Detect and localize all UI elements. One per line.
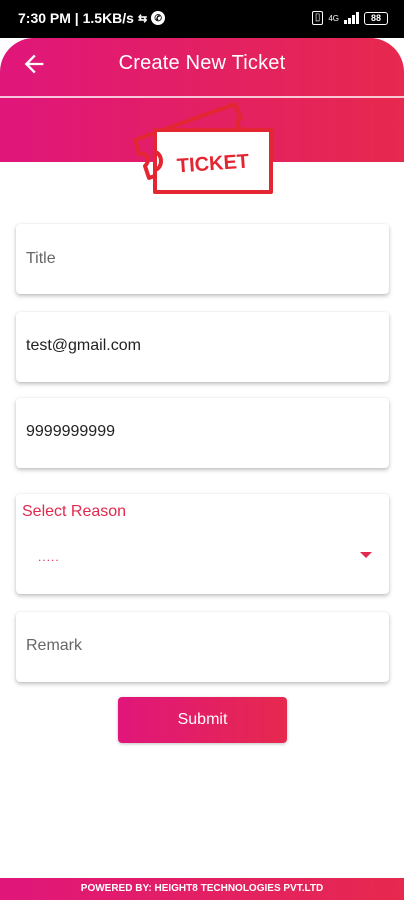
vibrate-icon: ▯	[311, 11, 324, 25]
header-divider	[0, 96, 404, 98]
reason-selected-value: .....	[38, 550, 60, 564]
status-left: 7:30 PM | 1.5KB/s ⇆ ✆	[18, 10, 166, 26]
network-4g-icon: 4G	[328, 13, 339, 23]
submit-button[interactable]: Submit	[118, 697, 287, 743]
phone-value: 9999999999	[26, 423, 115, 440]
title-field[interactable]: Title	[16, 224, 389, 294]
page-title: Create New Ticket	[118, 52, 286, 74]
signal-icon	[344, 12, 359, 24]
footer-powered-by: POWERED BY: HEIGHT8 TECHNOLOGIES PVT.LTD	[0, 878, 404, 900]
dropdown-arrow-icon[interactable]	[360, 552, 372, 558]
sync-icon: ⇆	[137, 12, 148, 25]
status-right: ▯ 4G 88	[311, 11, 388, 25]
remark-placeholder: Remark	[26, 637, 83, 654]
ticket-illustration-icon: TICKET	[133, 102, 273, 194]
title-placeholder: Title	[26, 250, 56, 267]
battery-icon: 88	[364, 11, 388, 25]
email-value: test@gmail.com	[26, 337, 141, 354]
phone-field[interactable]: 9999999999	[16, 398, 389, 468]
status-time-speed: 7:30 PM | 1.5KB/s	[18, 10, 134, 26]
reason-label: Select Reason	[22, 503, 127, 520]
email-field[interactable]: test@gmail.com	[16, 312, 389, 382]
remark-field[interactable]: Remark	[16, 612, 389, 682]
whatsapp-icon: ✆	[151, 11, 166, 25]
reason-select[interactable]: Select Reason .....	[16, 494, 389, 594]
status-bar: 7:30 PM | 1.5KB/s ⇆ ✆ ▯ 4G 88	[0, 0, 404, 38]
